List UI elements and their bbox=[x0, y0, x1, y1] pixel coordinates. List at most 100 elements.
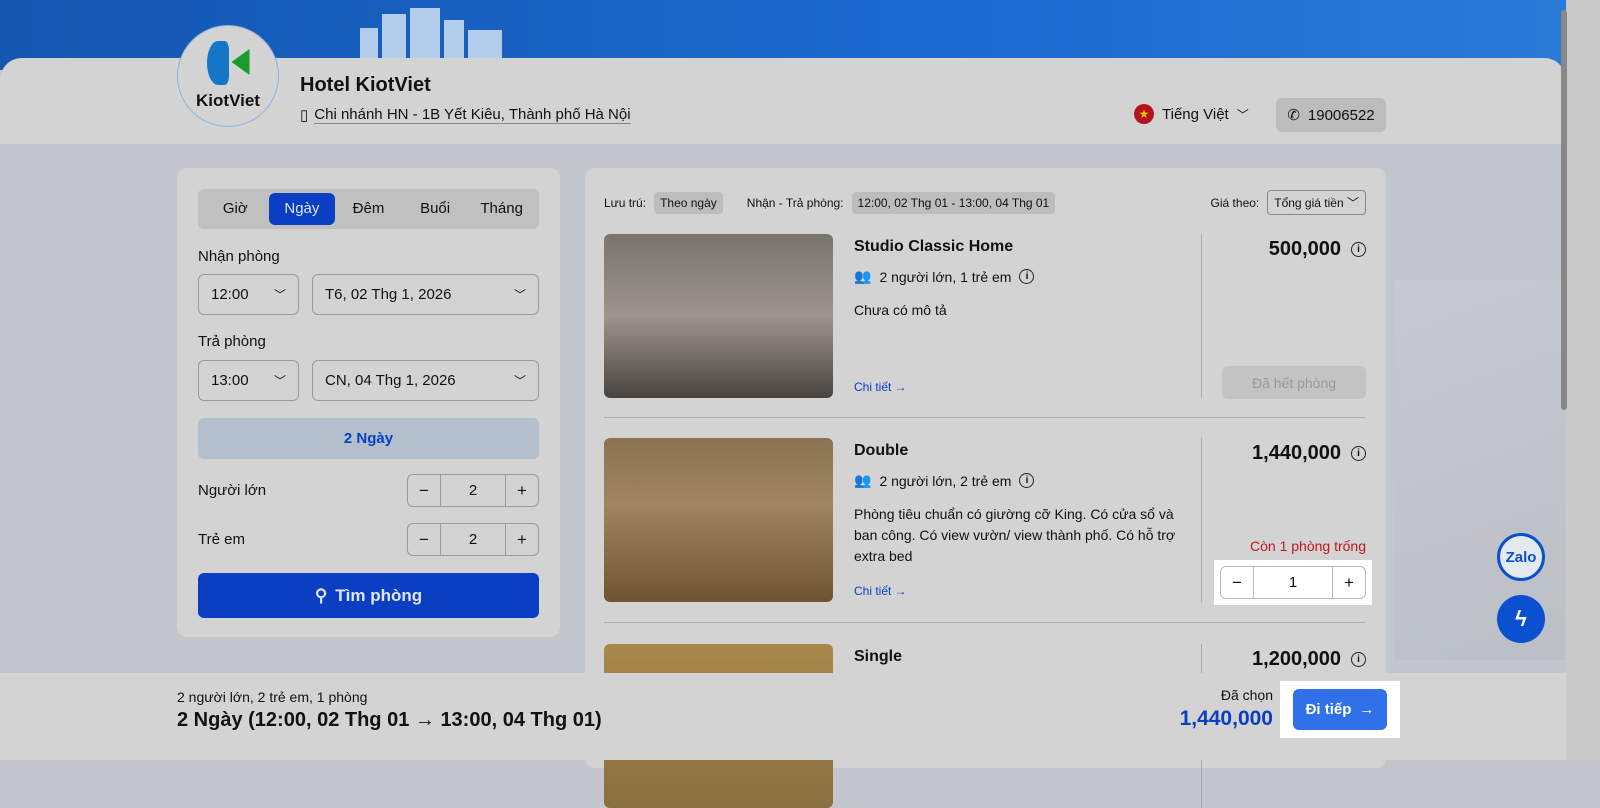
plus-button[interactable]: + bbox=[506, 524, 538, 555]
room-price: 1,440,000 i bbox=[1252, 442, 1366, 465]
capacity-text: 2 người lớn, 2 trẻ em bbox=[879, 472, 1012, 489]
checkout-date-select[interactable]: CN, 04 Thg 1, 2026 ﹀ bbox=[312, 360, 539, 401]
price-value: 500,000 bbox=[1268, 238, 1341, 260]
room-capacity: 👥 2 người lớn, 2 trẻ em i bbox=[854, 472, 1035, 489]
room-capacity: 👥 2 người lớn, 1 trẻ em i bbox=[854, 268, 1035, 285]
quantity-value[interactable]: 1 bbox=[1253, 567, 1333, 598]
stay-label: Lưu trú: bbox=[604, 195, 647, 210]
checkout-label: Trả phòng bbox=[198, 333, 266, 350]
stay-value: Theo ngày bbox=[654, 191, 723, 214]
price-mode-label: Giá theo: bbox=[1210, 195, 1260, 210]
divider bbox=[1201, 234, 1202, 398]
price-value: 1,440,000 bbox=[1252, 442, 1341, 464]
next-highlight: Đi tiếp → bbox=[1280, 681, 1400, 738]
checkin-time-select[interactable]: 12:00 ﹀ bbox=[198, 274, 299, 315]
minus-button[interactable]: − bbox=[408, 524, 440, 555]
next-label: Đi tiếp bbox=[1305, 701, 1352, 718]
people-icon: 👥 bbox=[854, 472, 872, 488]
checkout-date: CN, 04 Thg 1, 2026 bbox=[325, 372, 456, 389]
divider bbox=[1201, 438, 1202, 602]
phone-number: 19006522 bbox=[1307, 106, 1375, 124]
checkin-time: 12:00 bbox=[211, 286, 249, 303]
plus-button[interactable]: + bbox=[506, 475, 538, 506]
room-name: Studio Classic Home bbox=[854, 238, 1014, 255]
booking-type-tabs: Giờ Ngày Đêm Buổi Tháng bbox=[198, 189, 539, 229]
building-icon: ▯ bbox=[300, 107, 309, 124]
room-quantity-stepper: −1 + bbox=[1220, 566, 1366, 599]
selected-total: 1,440,000 bbox=[1179, 707, 1273, 730]
scrollbar-track[interactable] bbox=[1566, 0, 1600, 760]
info-icon[interactable]: i bbox=[1019, 473, 1035, 488]
room-detail-link[interactable]: Chi tiết → bbox=[854, 380, 907, 394]
phone-button[interactable]: ✆ 19006522 bbox=[1276, 98, 1386, 132]
city-illustration bbox=[360, 8, 502, 58]
tab-gio[interactable]: Giờ bbox=[202, 193, 269, 225]
price-value: 1,200,000 bbox=[1252, 648, 1341, 670]
chevron-down-icon: ﹀ bbox=[513, 374, 526, 388]
room-name: Single bbox=[854, 648, 903, 665]
chevron-down-icon: ﹀ bbox=[273, 288, 286, 302]
tab-buoi[interactable]: Buổi bbox=[402, 193, 469, 225]
adults-value[interactable]: 2 bbox=[440, 475, 506, 506]
zalo-button[interactable]: Zalo bbox=[1497, 533, 1545, 581]
messenger-button[interactable]: ϟ bbox=[1497, 595, 1545, 643]
chevron-down-icon: ﹀ bbox=[273, 374, 286, 388]
checkin-date-select[interactable]: T6, 02 Thg 1, 2026 ﹀ bbox=[312, 274, 539, 315]
room-price: 1,200,000 i bbox=[1252, 648, 1366, 671]
adults-stepper: −2 + bbox=[407, 474, 539, 507]
branch-address: Chi nhánh HN - 1B Yết Kiêu, Thành phố Hà… bbox=[314, 106, 631, 124]
room-image[interactable] bbox=[604, 438, 833, 602]
adults-label: Người lớn bbox=[198, 482, 267, 499]
room-price: 500,000 i bbox=[1269, 238, 1366, 261]
info-icon[interactable]: i bbox=[1351, 446, 1366, 461]
checkout-time-select[interactable]: 13:00 ﹀ bbox=[198, 360, 299, 401]
room-detail-link[interactable]: Chi tiết → bbox=[854, 584, 907, 598]
tab-thang[interactable]: Tháng bbox=[468, 193, 535, 225]
chevron-down-icon: ﹀ bbox=[1346, 196, 1359, 210]
info-icon[interactable]: i bbox=[1351, 242, 1366, 257]
language-label: Tiếng Việt bbox=[1162, 105, 1229, 123]
search-icon: ⚲ bbox=[314, 585, 328, 605]
hotel-logo: KiotViet bbox=[177, 25, 279, 127]
dates-value: 12:00, 02 Thg 01 - 13:00, 04 Thg 01 bbox=[851, 191, 1056, 214]
dates-label: Nhận - Trả phòng: bbox=[746, 195, 844, 210]
room-image[interactable] bbox=[604, 234, 833, 398]
price-mode-value: Tổng giá tiền bbox=[1274, 196, 1344, 210]
sold-out-button: Đã hết phòng bbox=[1222, 366, 1366, 399]
info-icon[interactable]: i bbox=[1019, 269, 1035, 284]
stay-dates-summary: 2 Ngày (12:00, 02 Thg 01 → 13:00, 04 Thg… bbox=[177, 709, 602, 731]
minus-button[interactable]: − bbox=[1221, 567, 1253, 598]
hotel-name: Hotel KiotViet bbox=[300, 74, 431, 96]
filter-bar: Lưu trú: Theo ngày Nhận - Trả phòng: 12:00… bbox=[604, 190, 1366, 215]
minus-button[interactable]: − bbox=[408, 475, 440, 506]
price-mode-select[interactable]: Tổng giá tiền ﹀ bbox=[1267, 190, 1366, 215]
checkout-time: 13:00 bbox=[211, 372, 249, 389]
logo-text: KiotViet bbox=[196, 91, 260, 110]
vietnam-flag-icon: ★ bbox=[1134, 104, 1154, 124]
next-button[interactable]: Đi tiếp → bbox=[1293, 689, 1387, 730]
quantity-highlight: −1 + bbox=[1214, 560, 1372, 605]
plus-button[interactable]: + bbox=[1333, 567, 1365, 598]
arrow-right-icon: → bbox=[1359, 701, 1375, 718]
room-description: Phòng tiêu chuẩn có giường cỡ King. Có c… bbox=[854, 506, 1176, 564]
booking-summary-bar: 2 người lớn, 2 trẻ em, 1 phòng 2 Ngày (1… bbox=[0, 673, 1566, 760]
info-icon[interactable]: i bbox=[1351, 652, 1366, 667]
search-button-label: Tìm phòng bbox=[335, 585, 423, 605]
search-rooms-button[interactable]: ⚲ Tìm phòng bbox=[198, 573, 539, 618]
children-value[interactable]: 2 bbox=[440, 524, 506, 555]
room-card: Double 👥 2 người lớn, 2 trẻ em i Phòng tiê… bbox=[604, 438, 1372, 605]
selected-label: Đã chọn bbox=[1220, 687, 1273, 703]
people-icon: 👥 bbox=[854, 268, 872, 284]
phone-icon: ✆ bbox=[1287, 107, 1300, 124]
branch-link[interactable]: ▯ Chi nhánh HN - 1B Yết Kiêu, Thành phố H… bbox=[300, 106, 631, 124]
tab-ngay[interactable]: Ngày bbox=[268, 193, 336, 225]
room-description: Chưa có mô tả bbox=[854, 302, 947, 318]
tab-dem[interactable]: Đêm bbox=[335, 193, 402, 225]
messenger-icon: ϟ bbox=[1515, 606, 1527, 631]
zalo-label: Zalo bbox=[1505, 548, 1537, 566]
checkin-date: T6, 02 Thg 1, 2026 bbox=[325, 286, 452, 303]
children-stepper: −2 + bbox=[407, 523, 539, 556]
scrollbar-thumb[interactable] bbox=[1561, 10, 1567, 410]
children-label: Trẻ em bbox=[198, 531, 245, 548]
language-selector[interactable]: ★ Tiếng Việt ﹀ bbox=[1134, 104, 1249, 124]
